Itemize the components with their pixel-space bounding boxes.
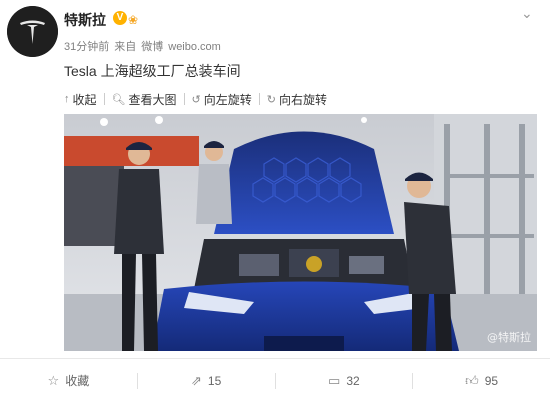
avatar[interactable] xyxy=(7,6,58,57)
like-button[interactable]: 👍︎ 95 xyxy=(413,359,550,402)
post-photo[interactable]: @特斯拉 xyxy=(64,114,537,351)
post-text: Tesla 上海超级工厂总装车间 xyxy=(64,63,241,79)
source-app[interactable]: 微博 xyxy=(141,41,163,53)
repost-icon: ⇗ xyxy=(190,372,202,388)
collapse-button[interactable]: ↑ 收起 xyxy=(64,91,97,108)
image-toolbar: ↑ 收起 🔍︎ 查看大图 ↺ 向左旋转 ↻ 向右旋转 xyxy=(64,90,327,108)
repost-button[interactable]: ⇗ 15 xyxy=(138,359,275,402)
member-icon: ❀ xyxy=(128,13,139,27)
author-name[interactable]: 特斯拉 xyxy=(64,10,106,30)
rotate-right-button[interactable]: ↻ 向右旋转 xyxy=(267,91,327,108)
rotate-left-label: 向左旋转 xyxy=(203,92,252,107)
favorite-button[interactable]: ☆ 收藏 xyxy=(0,359,137,402)
view-large-label: 查看大图 xyxy=(128,92,177,107)
post-meta: 31分钟前 来自 微博 weibo.com xyxy=(64,38,226,54)
verified-badge: V xyxy=(113,11,127,25)
comment-icon: ▭ xyxy=(328,372,341,388)
comment-button[interactable]: ▭ 32 xyxy=(276,359,413,402)
thumbs-up-icon: 👍︎ xyxy=(465,372,479,388)
toolbar-divider xyxy=(103,93,105,105)
star-icon: ☆ xyxy=(47,372,60,388)
rotate-right-label: 向右旋转 xyxy=(278,92,327,107)
like-count: 95 xyxy=(484,373,499,388)
view-large-button[interactable]: 🔍︎ 查看大图 xyxy=(112,91,177,108)
favorite-label: 收藏 xyxy=(65,374,90,388)
source-prefix: 来自 xyxy=(114,41,137,53)
toolbar-divider xyxy=(183,93,185,105)
factory-photo xyxy=(64,114,537,351)
rotate-left-button[interactable]: ↺ 向左旋转 xyxy=(192,91,252,108)
rotate-right-icon: ↻ xyxy=(266,93,276,106)
source-site[interactable]: weibo.com xyxy=(168,41,221,53)
magnifier-icon: 🔍︎ xyxy=(111,93,126,106)
toolbar-divider xyxy=(258,93,260,105)
chevron-down-icon[interactable]: ⌄ xyxy=(521,5,533,22)
tesla-logo-icon xyxy=(7,6,58,57)
collapse-label: 收起 xyxy=(72,92,97,107)
photo-watermark: @特斯拉 xyxy=(487,331,531,344)
comment-count: 32 xyxy=(346,373,360,388)
post-time[interactable]: 31分钟前 xyxy=(64,41,109,53)
arrow-up-icon: ↑ xyxy=(64,93,70,105)
action-bar: ☆ 收藏 ⇗ 15 ▭ 32 👍︎ 95 xyxy=(0,359,550,402)
repost-count: 15 xyxy=(207,373,222,388)
rotate-left-icon: ↺ xyxy=(191,93,201,106)
